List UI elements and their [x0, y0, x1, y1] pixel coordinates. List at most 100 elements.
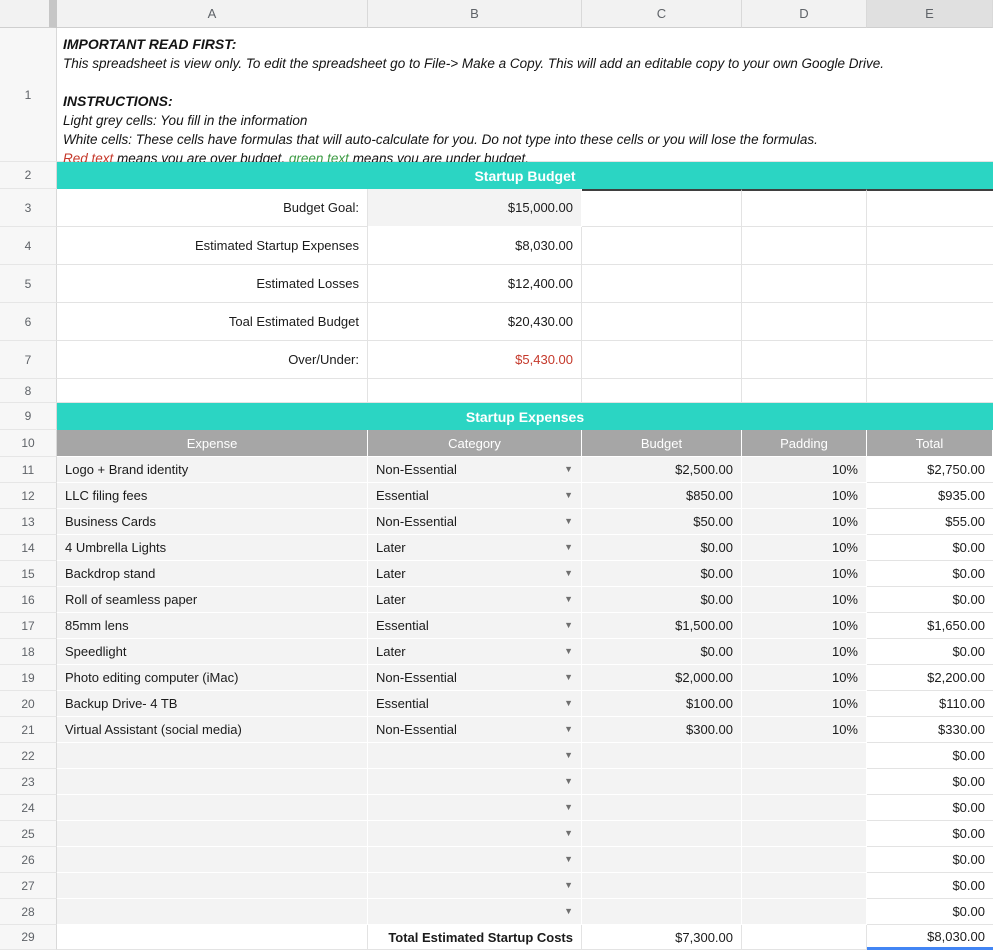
expense-total-cell[interactable]: $0.00 — [867, 769, 993, 795]
row-number[interactable]: 16 — [0, 587, 57, 613]
expense-category-cell[interactable]: ▼ — [368, 821, 582, 847]
category-dropdown-icon[interactable]: ▼ — [558, 517, 573, 526]
row-number[interactable]: 23 — [0, 769, 57, 795]
empty-cell[interactable] — [742, 227, 867, 265]
expense-total-cell[interactable]: $110.00 — [867, 691, 993, 717]
expense-category-cell[interactable]: Later ▼ — [368, 639, 582, 665]
budget-label-cell[interactable]: Over/Under: — [57, 341, 368, 379]
expense-category-cell[interactable]: Later ▼ — [368, 587, 582, 613]
empty-cell[interactable] — [742, 189, 867, 227]
totals-budget-cell[interactable]: $7,300.00 — [582, 925, 742, 950]
expense-total-cell[interactable]: $0.00 — [867, 561, 993, 587]
row-number[interactable]: 12 — [0, 483, 57, 509]
expense-total-cell[interactable]: $935.00 — [867, 483, 993, 509]
empty-cell[interactable] — [742, 303, 867, 341]
expense-padding-cell[interactable] — [742, 795, 867, 821]
expense-padding-cell[interactable]: 10% — [742, 483, 867, 509]
expense-budget-cell[interactable] — [582, 899, 742, 925]
empty-cell[interactable] — [867, 227, 993, 265]
expense-name-cell[interactable]: Virtual Assistant (social media) — [57, 717, 368, 743]
expense-category-cell[interactable]: ▼ — [368, 795, 582, 821]
expense-name-cell[interactable]: 4 Umbrella Lights — [57, 535, 368, 561]
row-number[interactable]: 19 — [0, 665, 57, 691]
empty-cell[interactable] — [582, 189, 742, 227]
expense-padding-cell[interactable] — [742, 821, 867, 847]
expense-padding-cell[interactable] — [742, 899, 867, 925]
row-number[interactable]: 20 — [0, 691, 57, 717]
expense-budget-cell[interactable]: $0.00 — [582, 561, 742, 587]
select-all-corner[interactable] — [0, 0, 57, 28]
expense-budget-cell[interactable]: $50.00 — [582, 509, 742, 535]
empty-cell[interactable] — [867, 265, 993, 303]
row-number[interactable]: 22 — [0, 743, 57, 769]
category-dropdown-icon[interactable]: ▼ — [558, 673, 573, 682]
expense-category-cell[interactable]: Essential ▼ — [368, 613, 582, 639]
expense-name-cell[interactable] — [57, 769, 368, 795]
category-dropdown-icon[interactable]: ▼ — [558, 725, 573, 734]
row-number[interactable]: 13 — [0, 509, 57, 535]
expense-category-cell[interactable]: ▼ — [368, 899, 582, 925]
expense-total-cell[interactable]: $0.00 — [867, 535, 993, 561]
expense-name-cell[interactable]: Backdrop stand — [57, 561, 368, 587]
expense-padding-cell[interactable]: 10% — [742, 691, 867, 717]
expense-padding-cell[interactable]: 10% — [742, 587, 867, 613]
expense-budget-cell[interactable] — [582, 769, 742, 795]
expense-name-cell[interactable] — [57, 899, 368, 925]
empty-cell[interactable] — [742, 265, 867, 303]
expense-padding-cell[interactable]: 10% — [742, 613, 867, 639]
empty-cell[interactable] — [582, 379, 742, 403]
row-number[interactable]: 21 — [0, 717, 57, 743]
category-dropdown-icon[interactable]: ▼ — [558, 881, 573, 890]
expense-padding-cell[interactable]: 10% — [742, 509, 867, 535]
budget-label-cell[interactable]: Estimated Startup Expenses — [57, 227, 368, 265]
expense-budget-cell[interactable]: $0.00 — [582, 639, 742, 665]
row-number-10[interactable]: 10 — [0, 430, 57, 457]
expense-padding-cell[interactable] — [742, 873, 867, 899]
budget-value-cell[interactable]: $20,430.00 — [368, 303, 582, 341]
category-dropdown-icon[interactable]: ▼ — [558, 699, 573, 708]
expense-padding-cell[interactable] — [742, 743, 867, 769]
empty-cell[interactable] — [582, 341, 742, 379]
expense-total-cell[interactable]: $0.00 — [867, 639, 993, 665]
budget-label-cell[interactable]: Toal Estimated Budget — [57, 303, 368, 341]
column-header-d[interactable]: D — [742, 0, 867, 28]
empty-cell[interactable] — [867, 303, 993, 341]
expenses-section-title[interactable]: Startup Expenses — [57, 403, 993, 430]
header-budget[interactable]: Budget — [582, 430, 742, 457]
empty-cell[interactable] — [368, 379, 582, 403]
expense-total-cell[interactable]: $2,200.00 — [867, 665, 993, 691]
expense-name-cell[interactable]: Speedlight — [57, 639, 368, 665]
row-number[interactable]: 18 — [0, 639, 57, 665]
row-number[interactable]: 11 — [0, 457, 57, 483]
category-dropdown-icon[interactable]: ▼ — [558, 907, 573, 916]
row-number[interactable]: 25 — [0, 821, 57, 847]
expense-category-cell[interactable]: Essential ▼ — [368, 483, 582, 509]
grand-total-cell[interactable]: $8,030.00 — [867, 925, 993, 950]
category-dropdown-icon[interactable]: ▼ — [558, 829, 573, 838]
row-number[interactable]: 24 — [0, 795, 57, 821]
expense-padding-cell[interactable]: 10% — [742, 639, 867, 665]
expense-category-cell[interactable]: Non-Essential ▼ — [368, 457, 582, 483]
expense-budget-cell[interactable]: $0.00 — [582, 535, 742, 561]
budget-label-cell[interactable]: Budget Goal: — [57, 189, 368, 227]
expense-name-cell[interactable] — [57, 743, 368, 769]
category-dropdown-icon[interactable]: ▼ — [558, 803, 573, 812]
expense-budget-cell[interactable]: $0.00 — [582, 587, 742, 613]
expense-budget-cell[interactable]: $850.00 — [582, 483, 742, 509]
expense-name-cell[interactable] — [57, 795, 368, 821]
empty-cell[interactable] — [582, 227, 742, 265]
expense-total-cell[interactable]: $1,650.00 — [867, 613, 993, 639]
expense-total-cell[interactable]: $0.00 — [867, 899, 993, 925]
row-number-2[interactable]: 2 — [0, 162, 57, 189]
row-number[interactable]: 26 — [0, 847, 57, 873]
expense-category-cell[interactable]: Non-Essential ▼ — [368, 509, 582, 535]
budget-section-title[interactable]: Startup Budget — [57, 162, 993, 189]
budget-value-cell[interactable]: $12,400.00 — [368, 265, 582, 303]
category-dropdown-icon[interactable]: ▼ — [558, 621, 573, 630]
empty-cell[interactable] — [582, 265, 742, 303]
expense-padding-cell[interactable]: 10% — [742, 717, 867, 743]
category-dropdown-icon[interactable]: ▼ — [558, 777, 573, 786]
expense-name-cell[interactable] — [57, 821, 368, 847]
expense-name-cell[interactable]: Roll of seamless paper — [57, 587, 368, 613]
row-number-9[interactable]: 9 — [0, 403, 57, 430]
